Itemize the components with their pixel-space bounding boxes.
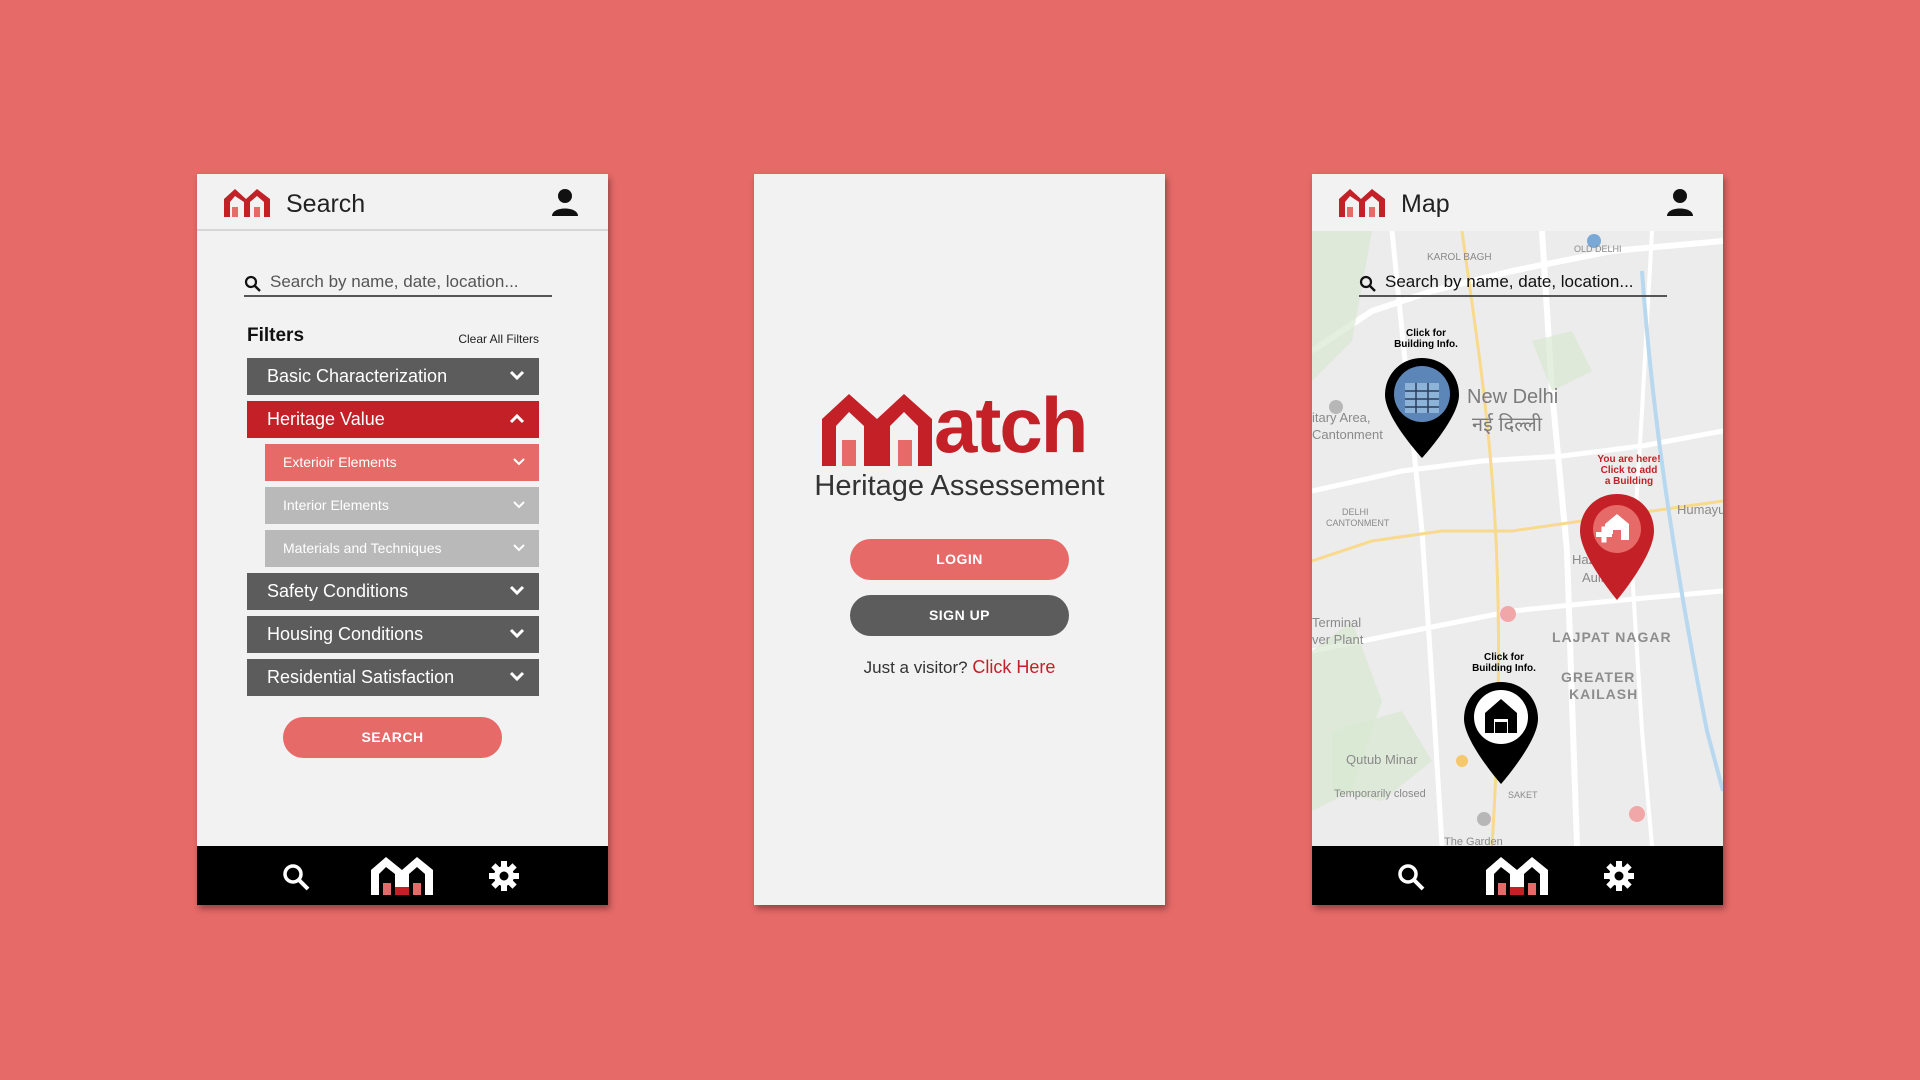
filter-safety-conditions[interactable]: Safety Conditions [247,573,539,610]
map-label-temp-closed: Temporarily closed [1334,788,1426,800]
filter-residential-satisfaction[interactable]: Residential Satisfaction [247,659,539,696]
app-header: Search [197,174,608,231]
search-icon [1359,275,1376,292]
match-house-logo-icon [822,394,932,466]
map-label-terminal: Terminal [1312,615,1362,630]
chevron-down-icon [509,370,525,381]
page-title: Search [286,190,366,218]
filters-heading: Filters [247,325,305,346]
map-label-cantonment-caps: CANTONMENT [1326,518,1390,528]
chevron-down-icon [513,544,525,552]
map-label-saket: SAKET [1508,790,1538,800]
logo-wordmark: atch [934,381,1088,469]
building-pin-caption: Click for Building Info. [1472,652,1536,674]
map-label-cantonment: Cantonment [1312,427,1383,442]
subfilter-label: Materials and Techniques [283,540,442,556]
app-header: Map [1312,174,1723,231]
visitor-text: Just a visitor? [863,658,968,677]
building-info-pin[interactable] [1385,358,1459,458]
search-input[interactable]: Search by name, date, location... [244,269,552,297]
filter-label: Heritage Value [267,409,385,429]
signup-button[interactable]: SIGN UP [850,595,1069,636]
user-icon[interactable] [1667,188,1693,216]
building-info-pin[interactable] [1464,682,1538,784]
visitor-prompt: Just a visitor? Click Here [754,657,1165,678]
map-label-lajpat-nagar: LAJPAT NAGAR [1552,629,1672,645]
add-building-caption: You are here! Click to add a Building [1597,454,1661,487]
map-label-old-delhi: OLD DELHI [1574,244,1622,254]
filter-label: Safety Conditions [267,581,409,601]
chevron-down-icon [513,458,525,466]
filter-heritage-value[interactable]: Heritage Value [247,401,539,438]
filter-basic-characterization[interactable]: Basic Characterization [247,358,539,395]
page-title: Map [1401,190,1450,218]
search-icon [244,275,261,292]
visitor-link[interactable]: Click Here [972,657,1055,677]
user-icon[interactable] [552,188,578,216]
match-logo-icon[interactable] [1339,189,1385,217]
chevron-down-icon [509,671,525,682]
subfilter-materials-techniques[interactable]: Materials and Techniques [265,530,539,567]
home-icon[interactable] [371,857,433,895]
gear-icon[interactable] [1604,861,1634,891]
match-logo-icon[interactable] [224,189,270,217]
map-label-delhi: DELHI [1342,507,1369,517]
chevron-up-icon [509,413,525,424]
match-logo: atch [822,380,1100,470]
chevron-down-icon [513,501,525,509]
filter-label: Housing Conditions [267,624,424,644]
filter-housing-conditions[interactable]: Housing Conditions [247,616,539,653]
map-label-greater: GREATER [1561,669,1636,685]
map-label-qutub: Qutub Minar [1346,752,1418,767]
gear-icon[interactable] [489,861,519,891]
map-label-power-plant: ver Plant [1312,632,1364,647]
map-label-karol-bagh: KAROL BAGH [1427,252,1492,263]
search-placeholder: Search by name, date, location... [1385,272,1634,291]
chevron-down-icon [509,585,525,596]
home-icon[interactable] [1486,857,1548,895]
login-button[interactable]: LOGIN [850,539,1069,580]
map-screen: Map KAROL BAGH OLD DELHI New Delhi नई दि… [1312,174,1723,905]
filter-label: Residential Satisfaction [267,667,455,687]
map-label-new-delhi-hindi: नई दिल्ली [1472,414,1543,436]
bottom-nav [1312,846,1723,905]
map-label-new-delhi: New Delhi [1467,386,1559,408]
app-subtitle: Heritage Assessement [814,470,1105,502]
subfilter-label: Exterioir Elements [283,454,397,470]
search-screen: Search Search by name, date, location...… [197,174,608,905]
building-pin-caption: Click for Building Info. [1394,328,1458,350]
search-input[interactable]: Search by name, date, location... [1359,269,1667,297]
chevron-down-icon [509,628,525,639]
subfilter-exterior-elements[interactable]: Exterioir Elements [265,444,539,481]
map-label-military-area: itary Area, [1312,410,1371,425]
search-placeholder: Search by name, date, location... [270,272,519,291]
search-icon[interactable] [1397,863,1425,891]
subfilter-label: Interior Elements [283,497,389,513]
filter-label: Basic Characterization [267,366,448,386]
map-label-kailash: KAILASH [1569,686,1639,702]
clear-filters-link[interactable]: Clear All Filters [458,332,539,346]
subfilter-interior-elements[interactable]: Interior Elements [265,487,539,524]
add-building-pin[interactable] [1580,494,1654,600]
map-label-humayun: Humayu [1677,502,1723,517]
bottom-nav [197,846,608,905]
search-icon[interactable] [282,863,310,891]
search-button[interactable]: SEARCH [283,717,502,758]
login-screen: atch Heritage Assessement LOGIN SIGN UP … [754,174,1165,905]
